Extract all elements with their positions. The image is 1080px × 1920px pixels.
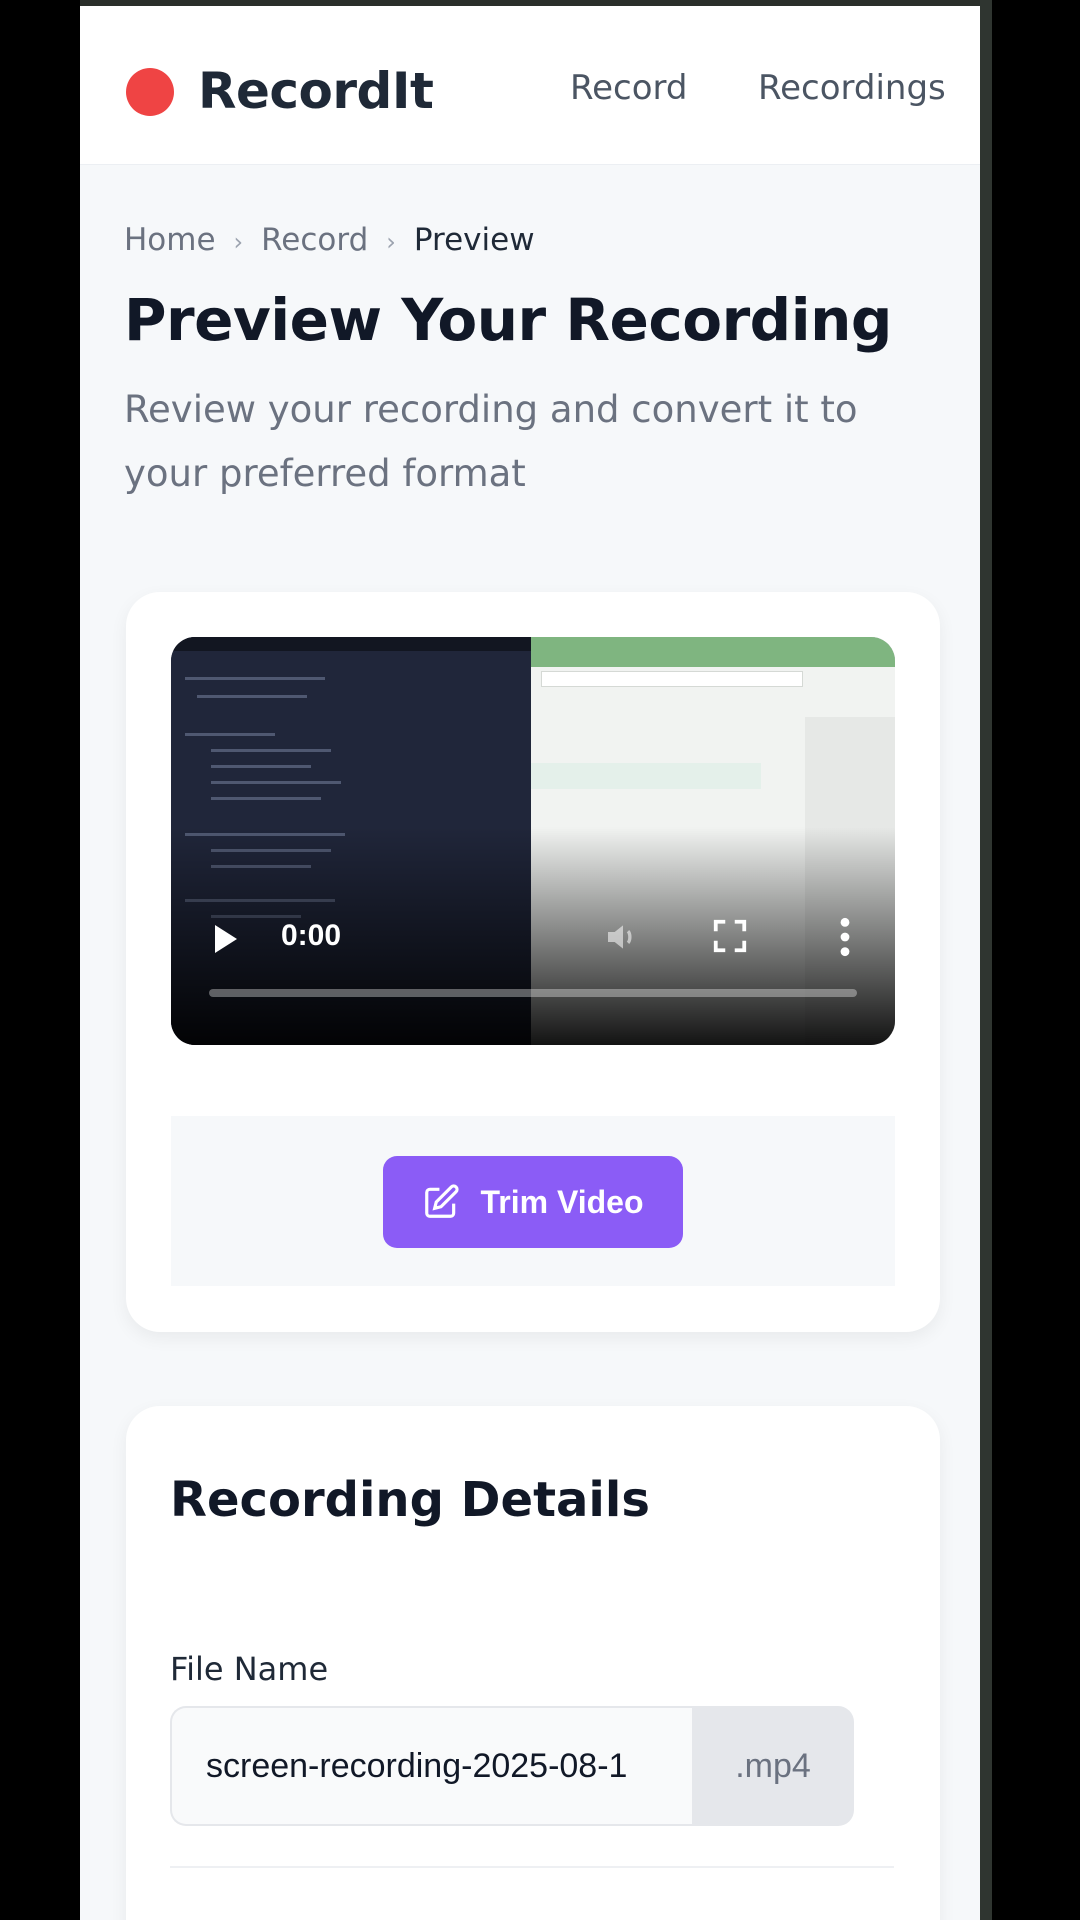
file-name-group: .mp4 (170, 1706, 854, 1826)
file-extension-addon: .mp4 (692, 1706, 854, 1826)
window-right-edge (980, 0, 992, 1920)
nav-recordings-link[interactable]: Recordings (758, 68, 946, 108)
file-name-label: File Name (170, 1650, 329, 1688)
play-icon[interactable] (215, 925, 237, 953)
brand-logo[interactable]: RecordIt (198, 62, 434, 120)
details-title: Recording Details (170, 1472, 650, 1528)
trim-video-label: Trim Video (480, 1183, 644, 1220)
video-time: 0:00 (281, 919, 342, 952)
page-title: Preview Your Recording (124, 286, 892, 354)
fullscreen-icon[interactable] (711, 917, 749, 955)
breadcrumb-chevron-icon: › (233, 228, 244, 256)
video-preview-card: 0:00 Trim Video (126, 592, 940, 1332)
trim-toolbar: Trim Video (171, 1116, 895, 1286)
file-name-input[interactable] (170, 1706, 692, 1826)
app-window: RecordIt Record Recordings Home › Record › P… (80, 6, 980, 1920)
more-vertical-icon[interactable] (835, 915, 855, 959)
volume-icon[interactable] (603, 917, 643, 957)
breadcrumb-current: Preview (413, 222, 535, 258)
nav-record-link[interactable]: Record (570, 68, 687, 108)
site-header: RecordIt Record Recordings (80, 6, 980, 164)
video-progress-bar[interactable] (209, 989, 857, 997)
divider (170, 1866, 894, 1868)
breadcrumb: Home › Record › Preview (124, 222, 535, 258)
page-subtitle: Review your recording and convert it to … (124, 388, 858, 495)
edit-icon (425, 1184, 460, 1218)
video-controls-overlay (171, 827, 895, 1045)
recording-details-card: Recording Details File Name .mp4 (126, 1406, 940, 1920)
breadcrumb-record[interactable]: Record (261, 222, 368, 258)
breadcrumb-home[interactable]: Home (124, 222, 216, 258)
breadcrumb-chevron-icon: › (386, 228, 396, 256)
video-player[interactable]: 0:00 (171, 637, 895, 1045)
record-dot-icon (126, 68, 174, 116)
trim-video-button[interactable]: Trim Video (383, 1156, 683, 1248)
